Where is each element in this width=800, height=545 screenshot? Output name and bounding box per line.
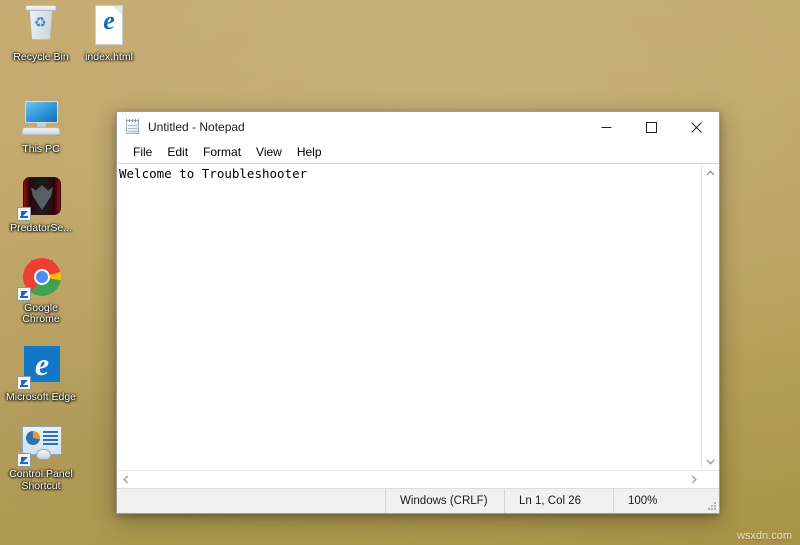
recycle-bin-icon: ♻ <box>17 2 65 50</box>
document-text: Welcome to Troubleshooter <box>119 166 308 181</box>
resize-grip[interactable] <box>700 489 719 513</box>
notepad-statusbar: Windows (CRLF) Ln 1, Col 26 100% <box>117 488 719 513</box>
menu-item-format[interactable]: Format <box>196 143 248 162</box>
watermark: wsxdn.com <box>736 530 792 542</box>
close-icon <box>691 121 702 133</box>
menu-item-file[interactable]: File <box>126 143 159 162</box>
desktop-icon-index-html[interactable]: e index.html <box>72 2 146 64</box>
scrollbar-corner <box>702 471 719 488</box>
window-controls <box>584 112 719 142</box>
status-cursor-position: Ln 1, Col 26 <box>504 489 613 513</box>
notepad-titlebar[interactable]: Untitled - Notepad <box>117 112 719 142</box>
status-zoom-level: 100% <box>613 489 700 513</box>
horizontal-scrollbar-row <box>117 470 719 488</box>
minimize-icon <box>601 126 612 128</box>
desktop-icon-label: index.html <box>85 51 133 63</box>
desktop-icon-recycle-bin[interactable]: ♻ Recycle Bin <box>4 2 78 64</box>
desktop-icon-google-chrome[interactable]: Google Chrome <box>4 253 78 326</box>
this-pc-icon <box>17 94 65 142</box>
desktop-icon-label: Control Panel Shortcut <box>9 468 73 492</box>
predator-sense-icon <box>17 173 65 221</box>
menu-item-help[interactable]: Help <box>290 143 329 162</box>
chevron-down-icon <box>706 459 715 465</box>
maximize-button[interactable] <box>629 112 674 142</box>
desktop-icon-label: This PC <box>22 142 60 155</box>
scroll-right-button[interactable] <box>685 471 702 488</box>
statusbar-spacer <box>117 489 385 513</box>
scroll-left-button[interactable] <box>117 471 134 488</box>
horizontal-scrollbar[interactable] <box>117 471 702 488</box>
desktop-icon-label: Google Chrome <box>22 301 60 325</box>
desktop-icon-label: Recycle Bin <box>13 51 69 63</box>
shortcut-arrow-icon <box>17 207 31 221</box>
chevron-up-icon <box>706 169 715 175</box>
notepad-window[interactable]: Untitled - Notepad File Edit Format View… <box>116 111 720 514</box>
chevron-right-icon <box>691 475 697 484</box>
minimize-button[interactable] <box>584 112 629 142</box>
text-editor[interactable]: Welcome to Troubleshooter <box>117 164 701 470</box>
desktop-icon-predator-sense[interactable]: PredatorSe... <box>4 173 78 235</box>
desktop[interactable]: ♻ Recycle Bin e index.html This PC Preda… <box>0 0 800 545</box>
desktop-icon-grid: ♻ Recycle Bin e index.html This PC Preda… <box>4 2 133 502</box>
notepad-icon <box>125 119 141 135</box>
desktop-icon-label: PredatorSe... <box>10 222 72 234</box>
desktop-icon-control-panel[interactable]: Control Panel Shortcut <box>4 419 78 492</box>
desktop-icon-microsoft-edge[interactable]: e Microsoft Edge <box>4 342 78 404</box>
shortcut-arrow-icon <box>17 375 31 390</box>
menu-item-edit[interactable]: Edit <box>160 143 195 162</box>
status-line-ending: Windows (CRLF) <box>385 489 504 513</box>
scroll-down-button[interactable] <box>702 453 719 470</box>
desktop-icon-label: Microsoft Edge <box>5 390 77 403</box>
maximize-icon <box>646 121 657 133</box>
window-title: Untitled - Notepad <box>148 120 245 134</box>
notepad-menubar: File Edit Format View Help <box>117 142 719 163</box>
google-chrome-icon <box>17 253 65 301</box>
close-button[interactable] <box>674 112 719 142</box>
shortcut-arrow-icon <box>17 453 31 467</box>
html-file-icon: e <box>85 2 133 50</box>
scroll-up-button[interactable] <box>702 164 719 181</box>
notepad-editor-area: Welcome to Troubleshooter <box>117 163 719 470</box>
desktop-icon-this-pc[interactable]: This PC <box>4 94 78 156</box>
control-panel-icon <box>17 419 65 467</box>
vertical-scrollbar[interactable] <box>701 164 719 470</box>
microsoft-edge-icon: e <box>17 342 65 390</box>
menu-item-view[interactable]: View <box>249 143 289 162</box>
chevron-left-icon <box>122 475 128 484</box>
shortcut-arrow-icon <box>17 286 31 301</box>
